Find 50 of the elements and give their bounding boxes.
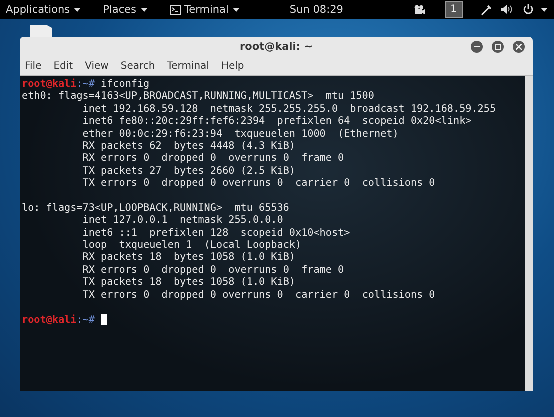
output-line: RX packets 62 bytes 4448 (4.3 KiB) [82,140,296,152]
close-button[interactable] [513,41,525,53]
volume-icon[interactable] [501,4,513,15]
prompt-text: root@kali:~# [22,79,95,90]
clock-text[interactable]: Sun 08:29 [290,4,344,16]
workspace-indicator[interactable]: 1 [444,1,463,18]
output-line: lo: flags=73<UP,LOOPBACK,RUNNING> mtu 65536 [22,202,290,214]
output-line: inet6 fe80::20c:29ff:fef6:2394 prefixlen 64 scopeid 0x20<link> [82,116,472,128]
file-icon[interactable] [30,25,52,37]
square-icon [495,44,501,50]
camera-icon[interactable] [412,4,425,14]
terminal-app-menu[interactable]: Terminal [170,4,240,16]
caret-icon [541,8,548,12]
output-line: TX packets 27 bytes 2660 (2.5 KiB) [82,166,296,177]
text-cursor [100,314,107,326]
output-line: TX errors 0 dropped 0 overruns 0 carrier 0 collisions 0 [82,290,436,301]
terminal-output[interactable] [20,76,525,391]
minus-icon [474,46,480,48]
output-line: RX errors 0 dropped 0 overruns 0 frame 0 [82,264,344,276]
output-line: ether 00:0c:29:f6:23:94 txqueuelen 1000 (Ethernet) [82,128,399,140]
menu-item[interactable]: Edit [54,60,74,72]
output-line: eth0: flags=4163<UP,BROADCAST,RUNNING,MULTICAST> mtu 1500 [22,91,374,102]
output-line: inet 192.168.59.128 netmask 255.255.255.0 broadcast 192.168.59.255 [82,104,496,115]
prompt-text: root@kali:~# [22,315,95,326]
maximize-button[interactable] [492,41,504,53]
applications-menu[interactable]: Applications [6,4,82,16]
minimize-button[interactable] [471,41,483,53]
places-menu[interactable]: Places [103,4,148,16]
terminal-icon [170,4,181,14]
menu-item[interactable]: Help [221,60,244,72]
output-line: inet 127.0.0.1 netmask 255.0.0.0 [82,215,284,226]
output-line: inet6 ::1 prefixlen 128 scopeid 0x10<host> [82,228,350,239]
scrollbar[interactable] [525,76,533,391]
output-line: TX packets 18 bytes 1058 (1.0 KiB) [82,277,296,288]
tool-icon[interactable] [481,4,493,16]
menu-item[interactable]: Search [120,60,156,72]
menu-item[interactable]: Terminal [167,60,210,72]
output-line: RX packets 18 bytes 1058 (1.0 KiB) [82,252,296,264]
caret-icon [74,8,82,12]
power-icon[interactable] [523,4,534,15]
menu-item[interactable]: View [85,60,109,72]
close-icon [516,44,522,50]
caret-icon [140,8,148,12]
output-line: loop txqueuelen 1 (Local Loopback) [82,240,302,252]
menu-item[interactable]: File [25,60,42,72]
output-line: TX errors 0 dropped 0 overruns 0 carrier 0 collisions 0 [82,178,436,190]
caret-icon [232,8,240,12]
command-text: ifconfig [101,79,150,90]
output-line: RX errors 0 dropped 0 overruns 0 frame 0 [82,153,344,164]
window-title: root@kali: ~ [240,41,314,53]
